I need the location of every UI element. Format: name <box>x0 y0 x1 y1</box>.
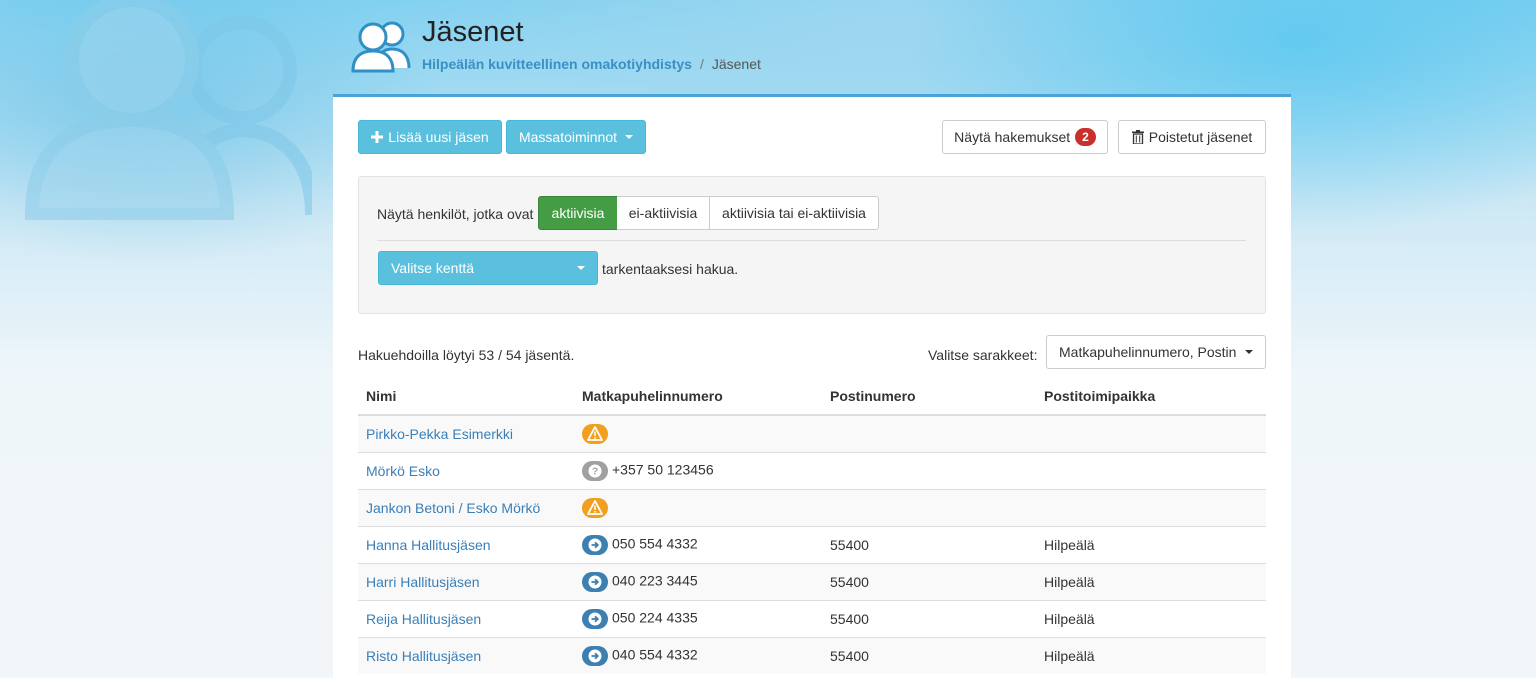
cell-phone <box>574 488 822 526</box>
arrow-right-icon <box>582 608 608 629</box>
cell-zip: 55400 <box>822 525 1036 563</box>
member-name-link[interactable]: Pirkko-Pekka Esimerkki <box>366 426 513 442</box>
filter-all-button[interactable]: aktiivisia tai ei-aktiivisia <box>709 196 879 230</box>
cell-name: Hanna Hallitusjäsen <box>358 525 574 563</box>
cell-city: Hilpeälä <box>1036 636 1266 674</box>
cell-zip: 55400 <box>822 636 1036 674</box>
table-row[interactable]: Hanna Hallitusjäsen 050 554 4332 55400 Hilp… <box>358 525 1266 563</box>
arrow-right-icon <box>582 534 608 555</box>
members-table: Nimi Matkapuhelinnumero Postinumero Post… <box>358 378 1266 674</box>
deleted-members-label: Poistetut jäsenet <box>1148 129 1253 145</box>
filter-label: Näytä henkilöt, jotka ovat <box>377 206 534 222</box>
field-select-label: Valitse kenttä <box>391 260 475 276</box>
table-row[interactable]: Risto Hallitusjäsen 040 554 4332 55400 Hilp… <box>358 636 1266 674</box>
trash-icon <box>1131 130 1144 144</box>
cell-phone: ? +357 50 123456 <box>574 451 822 489</box>
members-icon <box>351 21 411 73</box>
table-row[interactable]: Jankon Betoni / Esko Mörkö <box>358 488 1266 526</box>
cell-name: Mörkö Esko <box>358 451 574 489</box>
cell-city: Hilpeälä <box>1036 562 1266 600</box>
columns-select-value: Matkapuhelinnumero, Postinumero, Postito… <box>1059 344 1237 360</box>
phone-value: +357 50 123456 <box>612 461 714 478</box>
member-name-link[interactable]: Risto Hallitusjäsen <box>366 648 481 664</box>
cell-zip: 55400 <box>822 599 1036 637</box>
breadcrumb-org-link[interactable]: Hilpeälän kuvitteellinen omakotiyhdistys <box>422 56 692 72</box>
breadcrumb-current: Jäsenet <box>711 56 761 72</box>
question-icon: ? <box>582 460 608 481</box>
cell-phone <box>574 414 822 452</box>
table-header-row: Nimi Matkapuhelinnumero Postinumero Post… <box>358 378 1266 416</box>
cell-phone: 040 223 3445 <box>574 562 822 600</box>
divider <box>377 240 1246 241</box>
arrow-right-icon <box>582 645 608 666</box>
column-header-phone[interactable]: Matkapuhelinnumero <box>574 378 822 416</box>
caret-down-icon <box>1245 350 1253 354</box>
svg-text:?: ? <box>592 466 598 477</box>
cell-name: Reija Hallitusjäsen <box>358 599 574 637</box>
table-row[interactable]: Harri Hallitusjäsen 040 223 3445 55400 Hilp… <box>358 562 1266 600</box>
warning-icon <box>582 423 608 444</box>
member-name-link[interactable]: Hanna Hallitusjäsen <box>366 537 491 553</box>
filter-box: Näytä henkilöt, jotka ovat aktiivisia ei… <box>358 176 1266 314</box>
deleted-members-button[interactable]: Poistetut jäsenet <box>1118 120 1266 154</box>
cell-name: Jankon Betoni / Esko Mörkö <box>358 488 574 526</box>
warning-icon <box>582 497 608 518</box>
column-header-zip[interactable]: Postinumero <box>822 378 1036 416</box>
cell-city <box>1036 488 1266 526</box>
table-row[interactable]: Mörkö Esko? +357 50 123456 <box>358 451 1266 489</box>
add-member-button[interactable]: Lisää uusi jäsen <box>358 120 502 154</box>
arrow-right-icon <box>582 571 608 592</box>
member-name-link[interactable]: Harri Hallitusjäsen <box>366 574 480 590</box>
column-header-city[interactable]: Postitoimipaikka <box>1036 378 1266 416</box>
bulk-actions-label: Massatoiminnot <box>518 129 618 145</box>
cell-phone: 040 554 4332 <box>574 636 822 674</box>
page-title: Jäsenet <box>422 16 524 48</box>
results-summary: Hakuehdoilla löytyi 53 / 54 jäsentä. <box>358 347 575 363</box>
table-row[interactable]: Reija Hallitusjäsen 050 224 4335 55400 Hilp… <box>358 599 1266 637</box>
field-select-dropdown[interactable]: Valitse kenttä <box>378 251 598 285</box>
show-applications-label: Näytä hakemukset <box>954 129 1071 145</box>
show-applications-button[interactable]: Näytä hakemukset 2 <box>942 120 1108 154</box>
member-name-link[interactable]: Reija Hallitusjäsen <box>366 611 481 627</box>
breadcrumb: Hilpeälän kuvitteellinen omakotiyhdistys… <box>422 56 761 72</box>
columns-select-dropdown[interactable]: Matkapuhelinnumero, Postinumero, Postito… <box>1046 335 1266 369</box>
member-name-link[interactable]: Mörkö Esko <box>366 463 440 479</box>
phone-value: 040 554 4332 <box>612 646 698 663</box>
plus-icon <box>371 131 384 143</box>
caret-down-icon <box>625 135 634 139</box>
cell-city <box>1036 451 1266 489</box>
phone-value: 050 554 4332 <box>612 535 698 552</box>
member-name-link[interactable]: Jankon Betoni / Esko Mörkö <box>366 500 540 516</box>
phone-value: 050 224 4335 <box>612 609 698 626</box>
cell-city: Hilpeälä <box>1036 525 1266 563</box>
cell-zip <box>822 488 1036 526</box>
phone-value: 040 223 3445 <box>612 572 698 589</box>
cell-zip: 55400 <box>822 562 1036 600</box>
caret-down-icon <box>577 266 585 270</box>
columns-label: Valitse sarakkeet: <box>928 347 1038 363</box>
cell-phone: 050 554 4332 <box>574 525 822 563</box>
filter-active-button[interactable]: aktiivisia <box>538 196 618 230</box>
cell-phone: 050 224 4335 <box>574 599 822 637</box>
applications-count-badge: 2 <box>1075 128 1096 146</box>
cell-name: Harri Hallitusjäsen <box>358 562 574 600</box>
cell-zip <box>822 414 1036 452</box>
table-row[interactable]: Pirkko-Pekka Esimerkki <box>358 414 1266 452</box>
filter-suffix-text: tarkentaaksesi hakua. <box>602 261 739 277</box>
column-header-name[interactable]: Nimi <box>358 378 574 416</box>
cell-name: Pirkko-Pekka Esimerkki <box>358 414 574 452</box>
filter-inactive-button[interactable]: ei-aktiivisia <box>617 196 710 230</box>
cell-city <box>1036 414 1266 452</box>
breadcrumb-separator: / <box>699 56 704 72</box>
bulk-actions-button[interactable]: Massatoiminnot <box>506 120 646 154</box>
cell-zip <box>822 451 1036 489</box>
members-panel: Lisää uusi jäsen Massatoiminnot Näytä ha… <box>333 94 1291 678</box>
members-watermark-icon <box>24 0 312 220</box>
cell-name: Risto Hallitusjäsen <box>358 636 574 674</box>
add-member-label: Lisää uusi jäsen <box>388 129 489 145</box>
cell-city: Hilpeälä <box>1036 599 1266 637</box>
